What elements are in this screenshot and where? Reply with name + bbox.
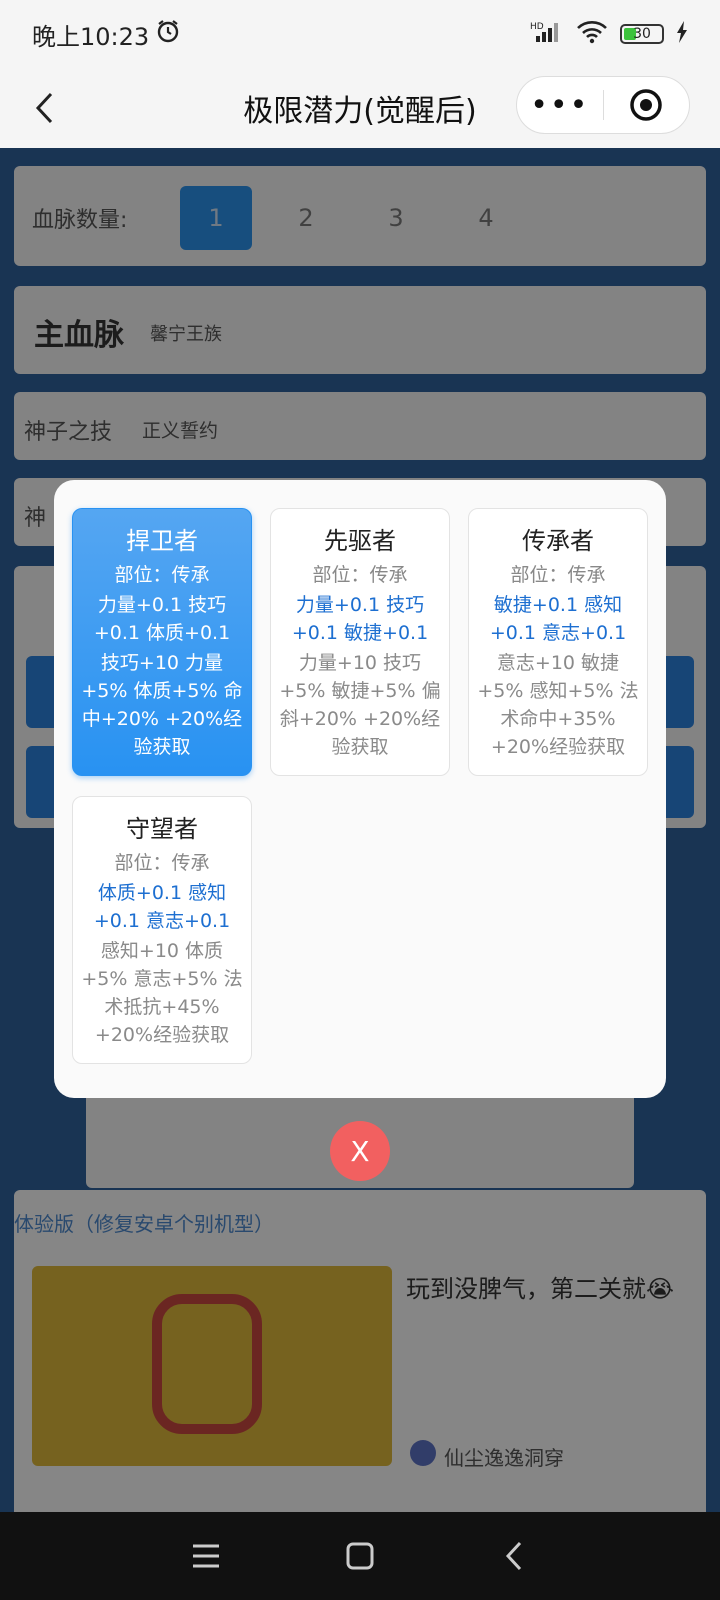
card-part: 部位：传承 xyxy=(114,564,210,586)
card-part: 部位：传承 xyxy=(312,564,408,586)
potential-dialog: 捍卫者 部位：传承 力量+0.1 技巧+0.1 体质+0.1 技巧+10 力量+… xyxy=(54,480,666,1098)
status-right: HD 30 xyxy=(530,20,688,48)
mini-program-capsule: ••• xyxy=(516,76,690,134)
card-name: 捍卫者 xyxy=(126,527,198,555)
back-arrow-icon xyxy=(505,1541,522,1571)
svg-text:HD: HD xyxy=(530,22,544,32)
menu-button[interactable] xyxy=(184,1534,228,1578)
close-program-button[interactable] xyxy=(604,88,690,122)
card-stats: 体质+0.1 感知+0.1 意志+0.1 xyxy=(93,882,231,932)
card-effect: 感知+10 体质+5% 意志+5% 法术抵抗+45% +20%经验获取 xyxy=(81,940,243,1046)
home-button[interactable] xyxy=(338,1534,382,1578)
status-bar: 晚上10:23 HD 30 xyxy=(0,0,720,68)
signal-icon: HD xyxy=(530,20,564,48)
status-left: 晚上10:23 xyxy=(32,17,181,52)
alarm-icon xyxy=(155,18,181,50)
battery-icon: 30 xyxy=(620,24,664,44)
more-menu-button[interactable]: ••• xyxy=(517,88,603,123)
status-time: 晚上10:23 xyxy=(32,22,150,51)
page-title: 极限潜力(觉醒后) xyxy=(243,94,477,129)
target-icon xyxy=(630,89,662,121)
menu-icon xyxy=(193,1544,219,1568)
card-effect: 技巧+10 力量+5% 体质+5% 命中+20% +20%经验获取 xyxy=(81,652,243,758)
card-name: 先驱者 xyxy=(324,527,396,555)
system-back-button[interactable] xyxy=(492,1534,536,1578)
card-name: 守望者 xyxy=(126,815,198,843)
potential-card-watcher[interactable]: 守望者 部位：传承 体质+0.1 感知+0.1 意志+0.1 感知+10 体质+… xyxy=(72,796,252,1064)
nav-bar: 极限潜力(觉醒后) ••• xyxy=(0,68,720,148)
potential-card-pioneer[interactable]: 先驱者 部位：传承 力量+0.1 技巧+0.1 敏捷+0.1 力量+10 技巧+… xyxy=(270,508,450,776)
potential-card-defender[interactable]: 捍卫者 部位：传承 力量+0.1 技巧+0.1 体质+0.1 技巧+10 力量+… xyxy=(72,508,252,776)
wifi-icon xyxy=(576,20,608,48)
charging-icon xyxy=(676,21,688,47)
card-stats: 力量+0.1 技巧+0.1 体质+0.1 xyxy=(93,594,231,644)
system-nav-bar xyxy=(0,1512,720,1600)
card-effect: 意志+10 敏捷+5% 感知+5% 法术命中+35% +20%经验获取 xyxy=(477,652,639,758)
battery-level: 30 xyxy=(633,26,651,42)
more-icon: ••• xyxy=(530,87,590,123)
card-stats: 敏捷+0.1 感知+0.1 意志+0.1 xyxy=(489,594,627,644)
close-dialog-button[interactable]: X xyxy=(330,1121,390,1181)
card-effect: 力量+10 技巧+5% 敏捷+5% 偏斜+20% +20%经验获取 xyxy=(279,652,441,758)
card-part: 部位：传承 xyxy=(510,564,606,586)
potential-card-inheritor[interactable]: 传承者 部位：传承 敏捷+0.1 感知+0.1 意志+0.1 意志+10 敏捷+… xyxy=(468,508,648,776)
home-icon xyxy=(346,1542,374,1570)
chevron-left-icon xyxy=(35,92,53,124)
card-stats: 力量+0.1 技巧+0.1 敏捷+0.1 xyxy=(291,594,429,644)
card-name: 传承者 xyxy=(522,527,594,555)
card-part: 部位：传承 xyxy=(114,852,210,874)
back-button[interactable] xyxy=(22,86,66,130)
